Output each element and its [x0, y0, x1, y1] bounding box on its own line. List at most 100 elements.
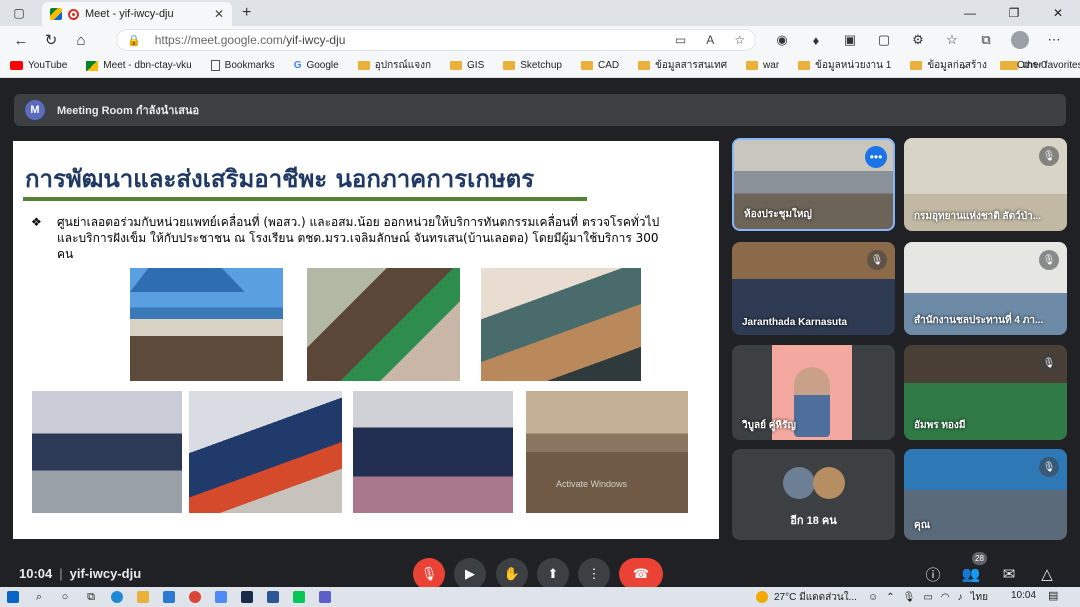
word-icon[interactable] [260, 587, 286, 607]
slide-photo-classroom [32, 391, 182, 513]
participant-tile[interactable]: 🎙 กรมอุทยานแห่งชาติ สัตว์ป่า... [904, 138, 1067, 231]
slide-photo-foot-care [189, 391, 342, 513]
present-screen-icon[interactable]: ⬆ [537, 558, 569, 590]
bookmark-folder[interactable]: GIS [440, 60, 493, 71]
taskbar-clock[interactable]: 10:04 [1011, 590, 1036, 601]
participant-tile[interactable]: ••• ห้องประชุมใหญ่ [732, 138, 895, 231]
info-icon[interactable]: ⓘ [921, 562, 945, 586]
bookmark-google[interactable]: G Google [284, 60, 348, 71]
mail-icon[interactable] [156, 587, 182, 607]
cortana-icon[interactable]: ○ [52, 587, 78, 607]
recording-icon [68, 8, 79, 20]
slide-photo-patient-care [353, 391, 513, 513]
bookmark-youtube[interactable]: YouTube [0, 60, 76, 71]
windows-start-icon[interactable] [0, 587, 26, 607]
extension-icon[interactable]: ◉ [765, 32, 799, 48]
bookmark-folder[interactable]: ข้อมูลก่อสร้าง [900, 58, 996, 73]
favorites-icon[interactable]: ☆ [935, 32, 969, 48]
mic-off-icon[interactable]: 🎙 [413, 558, 445, 590]
task-view-icon[interactable]: ⧉ [78, 587, 104, 607]
restore-icon[interactable]: ❐ [992, 0, 1036, 26]
back-icon[interactable]: ← [6, 26, 36, 54]
lock-icon[interactable]: 🔒 [127, 34, 141, 47]
edge-icon[interactable] [104, 587, 130, 607]
participant-tile[interactable]: วิบูลย์ คู่หิรัญ [732, 345, 895, 440]
chevron-right-icon[interactable]: › [962, 59, 966, 73]
bookmark-bookmarks[interactable]: Bookmarks [201, 60, 284, 71]
leave-call-icon[interactable]: ☎ [619, 558, 663, 590]
bookmark-meet[interactable]: Meet - dbn-ctay-vku [76, 60, 200, 71]
camera-permission-icon[interactable]: ▭ [675, 33, 686, 47]
extension-4-icon[interactable]: ▢ [867, 32, 901, 48]
tab-actions-icon[interactable]: ▢ [8, 3, 30, 23]
chrome-icon[interactable] [182, 587, 208, 607]
bookmark-folder[interactable]: ข้อมูลสารสนเทศ [628, 58, 736, 73]
people-tray-icon[interactable]: ☺ [868, 592, 878, 603]
weather-widget[interactable]: 27°C มีแดดส่วนใ... [756, 587, 857, 607]
participant-tile[interactable]: 🎙 สำนักงานชลประทานที่ 4 ภา... [904, 242, 1067, 335]
app-icon[interactable] [208, 587, 234, 607]
more-options-icon[interactable]: ••• [865, 146, 887, 168]
url-field[interactable]: 🔒 https://meet.google.com/ yif-iwcy-dju … [116, 29, 756, 51]
activities-icon[interactable]: △ [1035, 562, 1059, 586]
participant-tile[interactable]: 🎙 อัมพร ทองมี [904, 345, 1067, 440]
folder-icon [1000, 61, 1012, 70]
chevron-up-icon[interactable]: ⌃ [886, 592, 894, 603]
slide-photo-medical-check [481, 268, 641, 381]
more-options-icon[interactable]: ⋮ [578, 558, 610, 590]
file-explorer-icon[interactable] [130, 587, 156, 607]
bookmark-folder[interactable]: ข้อมูลหน่วยงาน 1 [788, 58, 900, 73]
app-icon[interactable] [312, 587, 338, 607]
battery-icon[interactable]: ▭ [923, 592, 932, 603]
browser-tab-meet[interactable]: Meet - yif-iwcy-dju ✕ [42, 2, 232, 26]
home-icon[interactable]: ⌂ [66, 26, 96, 54]
extensions-icon[interactable]: ⚙ [901, 32, 935, 48]
new-tab-icon[interactable]: + [242, 4, 251, 22]
folder-icon [910, 61, 923, 70]
volume-icon[interactable]: ♪ [958, 592, 963, 603]
more-menu-icon[interactable]: ⋯ [1037, 32, 1071, 48]
folder-icon [580, 61, 593, 70]
camera-icon[interactable]: ▶ [454, 558, 486, 590]
add-favorite-icon[interactable]: ☆ [734, 33, 745, 47]
raise-hand-icon[interactable]: ✋ [496, 558, 528, 590]
bullet-icon: ❖ [31, 215, 42, 229]
close-window-icon[interactable]: ✕ [1036, 0, 1080, 26]
wifi-icon[interactable]: ◠ [941, 592, 950, 603]
bookmark-other-favorites[interactable]: Other favorites [990, 60, 1080, 71]
language-indicator[interactable]: ไทย [971, 590, 988, 605]
search-icon[interactable]: ⌕ [26, 587, 52, 607]
folder-icon [450, 61, 463, 70]
mic-tray-icon[interactable]: 🎙 [903, 592, 916, 603]
close-tab-icon[interactable]: ✕ [214, 7, 224, 21]
bookmark-folder[interactable]: war [736, 60, 788, 71]
read-aloud-icon[interactable]: A [706, 33, 714, 47]
extension-3-icon[interactable]: ▣ [833, 32, 867, 48]
extension-2-icon[interactable]: ♦ [799, 33, 833, 48]
meet-icon [86, 60, 99, 71]
minimize-icon[interactable]: — [948, 0, 992, 26]
bookmark-folder[interactable]: Sketchup [493, 60, 571, 71]
participant-tile[interactable]: 🎙 Jaranthada Karnasuta [732, 242, 895, 335]
participant-avatar [783, 467, 815, 499]
others-tile[interactable]: อีก 18 คน [732, 449, 895, 540]
collections-icon[interactable]: ⧉ [969, 32, 1003, 48]
reload-icon[interactable]: ↻ [36, 26, 66, 54]
others-count: อีก 18 คน [790, 515, 837, 527]
sun-icon [756, 591, 768, 603]
people-icon[interactable]: 👥 [959, 562, 983, 586]
url-path: yif-iwcy-dju [286, 33, 346, 47]
profile-avatar[interactable] [1011, 31, 1029, 49]
chat-icon[interactable]: ✉ [997, 562, 1021, 586]
notification-icon[interactable]: ▤ [1048, 589, 1058, 602]
address-toolbar: ← ↻ ⌂ 🔒 https://meet.google.com/ yif-iwc… [0, 26, 1080, 54]
bookmark-folder[interactable]: อุปกรณ์แจงก [348, 58, 440, 73]
app-icon[interactable] [234, 587, 260, 607]
youtube-icon [10, 61, 23, 70]
bookmark-folder[interactable]: CAD [571, 60, 628, 71]
participant-name: กรมอุทยานแห่งชาติ สัตว์ป่า... [914, 211, 1042, 222]
folder-icon [746, 61, 759, 70]
line-icon[interactable] [286, 587, 312, 607]
self-tile[interactable]: 🎙 คุณ [904, 449, 1067, 540]
participant-name: Jaranthada Karnasuta [742, 317, 848, 328]
